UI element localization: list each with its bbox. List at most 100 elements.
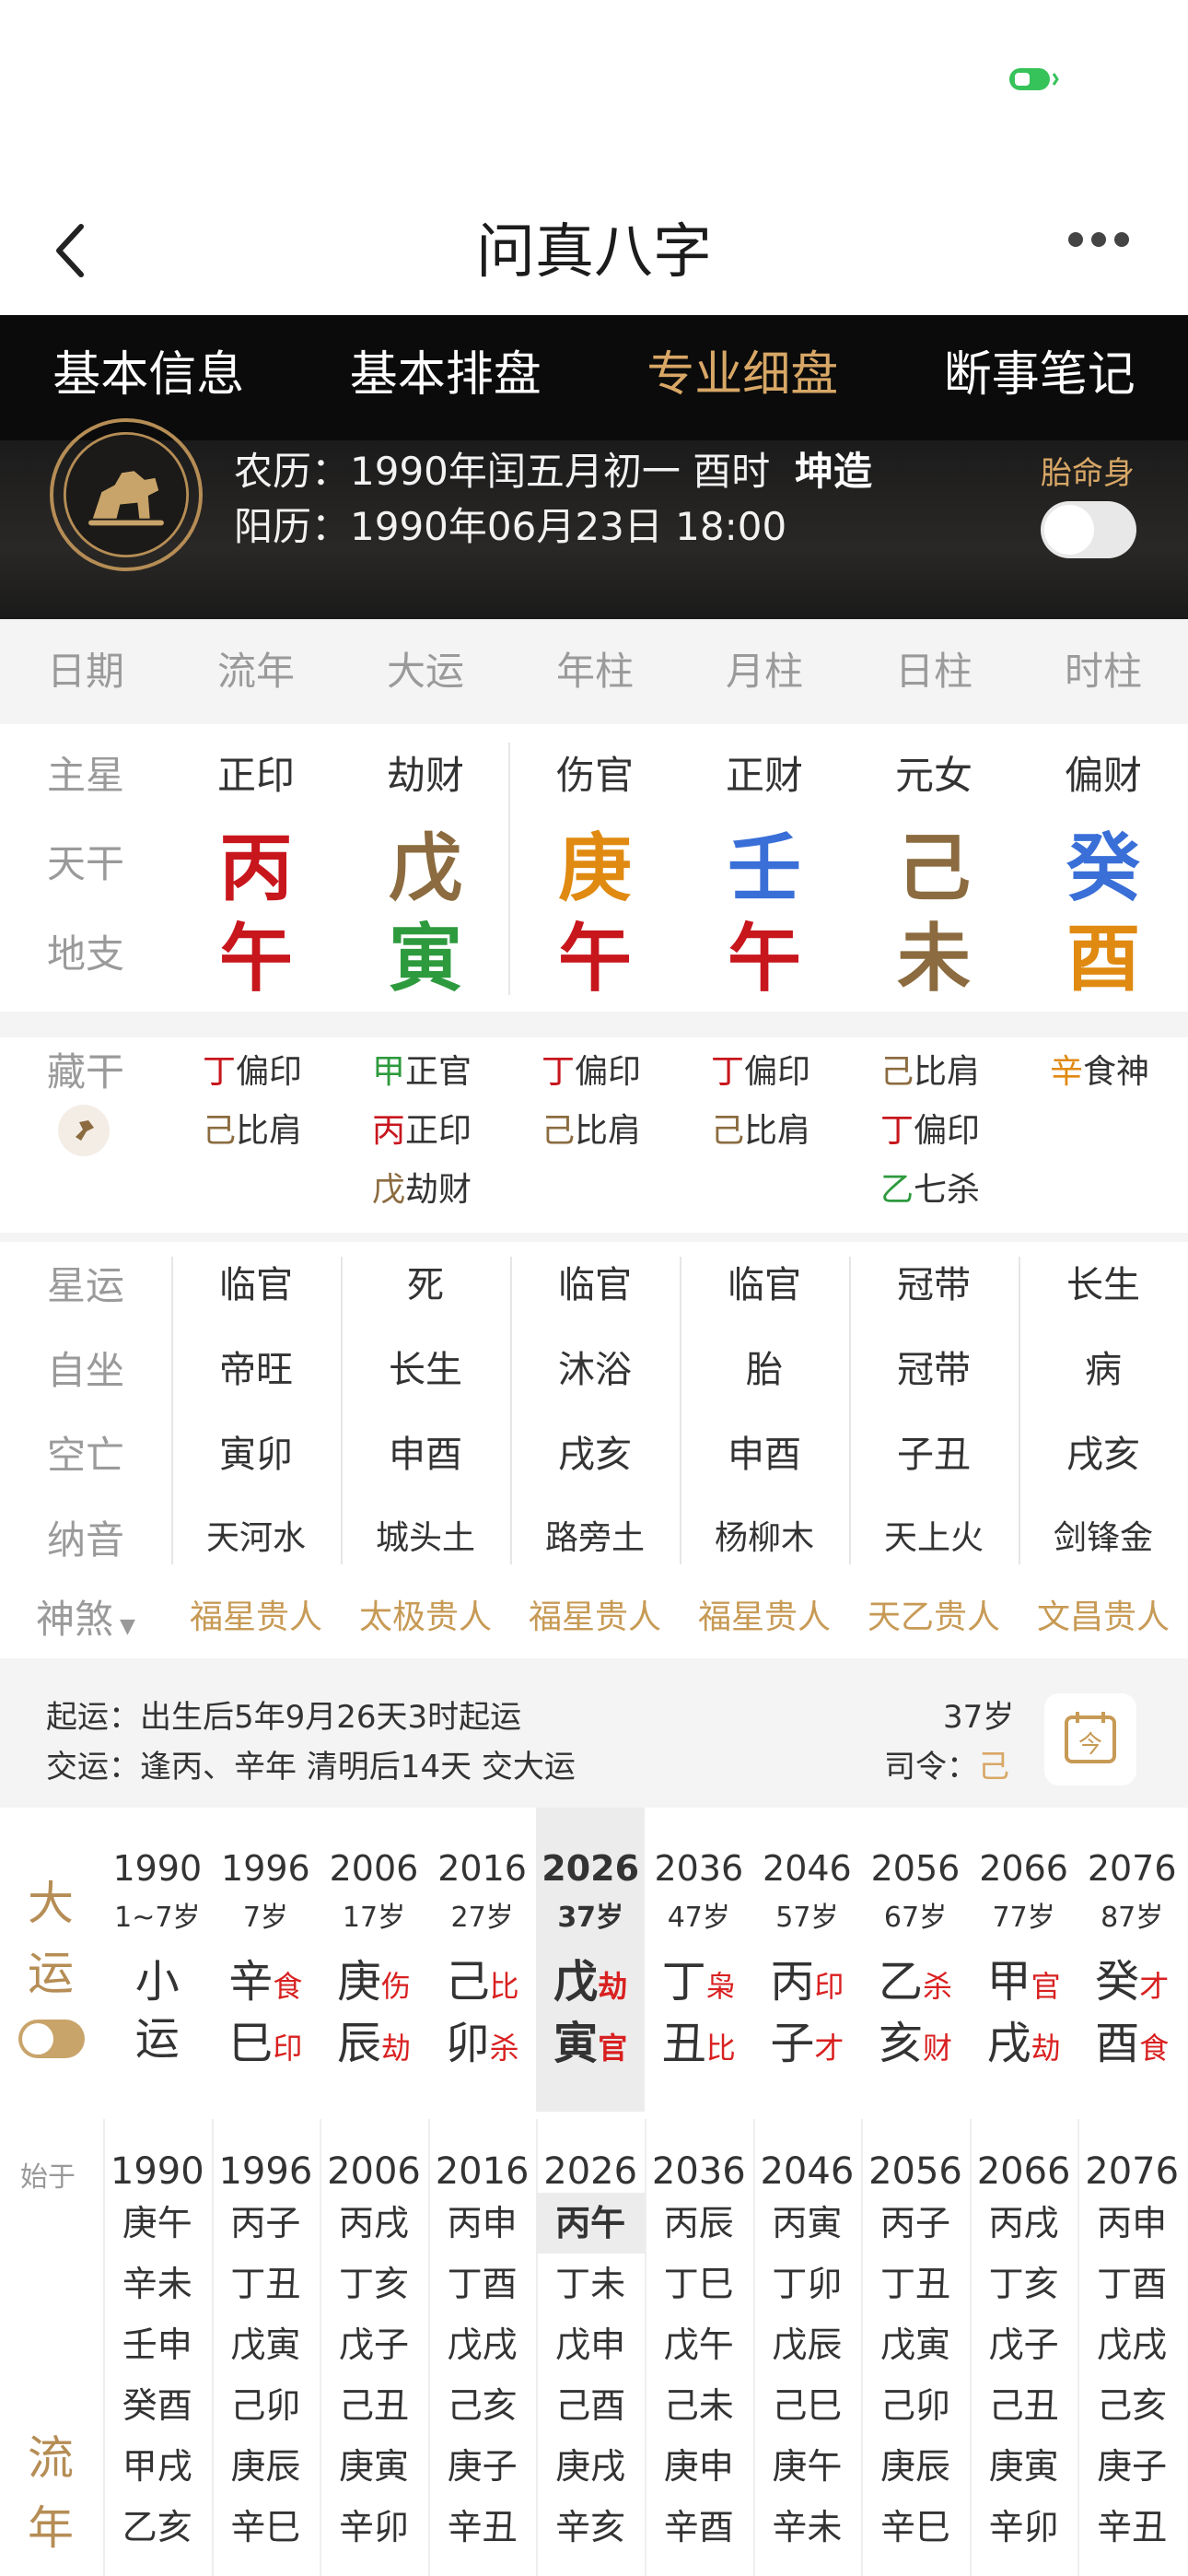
liunian-item[interactable]: 丁酉 [428,2254,537,2314]
nayin-value: 天上火 [883,1519,984,1557]
liunian-item[interactable]: 庚子 [1077,2436,1186,2497]
liunian-item[interactable]: 丁酉 [1077,2254,1186,2314]
liunian-label: 流年 [28,2431,74,2555]
liunian-col[interactable]: 1996 丙子 丁丑 戊寅 己卯 庚辰 辛巳 [212,2119,320,2576]
liunian-item[interactable]: 辛酉 [645,2497,753,2558]
dayun-year: 1990 [112,1848,203,1889]
liunian-item[interactable]: 庚午 [753,2436,862,2497]
dizhi-char: 未 [897,916,971,1001]
dayun-col-xiaoyun[interactable]: 1990 1~7岁小运 [103,1808,212,2112]
liunian-item[interactable]: 丙辰 [645,2193,753,2254]
liunian-item[interactable]: 己丑 [970,2375,1078,2436]
liunian-item[interactable]: 辛巳 [212,2497,320,2558]
liunian-item[interactable]: 丙子 [212,2193,320,2254]
liunian-item[interactable]: 己亥 [428,2375,537,2436]
liunian-item[interactable]: 己丑 [320,2375,428,2436]
liunian-item[interactable]: 丁丑 [212,2254,320,2314]
liunian-item[interactable]: 戊戌 [1077,2314,1186,2375]
tab-basic-chart[interactable]: 基本排盘 [297,315,595,440]
liunian-item[interactable]: 辛巳 [861,2497,970,2558]
liunian-item[interactable]: 壬申 [103,2314,212,2375]
liunian-item[interactable]: 庚辰 [212,2436,320,2497]
liunian-col[interactable]: 2056 丙子 丁丑 戊寅 己卯 庚辰 辛巳 [861,2119,970,2576]
shensha-value[interactable]: 文昌贵人 [1019,1590,1188,1638]
dayun-col[interactable]: 2026 37岁 戊劫 寅官 [536,1808,645,2112]
shensha-value[interactable]: 天乙贵人 [849,1590,1019,1638]
liunian-col[interactable]: 2006 丙戌 丁亥 戊子 己丑 庚寅 辛卯 [320,2119,428,2576]
liunian-item[interactable]: 丙寅 [753,2193,862,2254]
liunian-item[interactable]: 丁亥 [970,2254,1078,2314]
liunian-item[interactable]: 己卯 [212,2375,320,2436]
liunian-col[interactable]: 2066 丙戌 丁亥 戊子 己丑 庚寅 辛卯 [970,2119,1078,2576]
liunian-item[interactable]: 丁巳 [645,2254,753,2314]
liunian-item[interactable]: 戊子 [970,2314,1078,2375]
tab-pro-chart[interactable]: 专业细盘 [594,315,891,440]
liunian-col[interactable]: 2026 丙午 丁未 戊申 己酉 庚戌 辛亥 [536,2119,645,2576]
dayun-col[interactable]: 2066 77岁 甲官 戌劫 [970,1808,1078,2112]
liunian-item[interactable]: 丁丑 [861,2254,970,2314]
liunian-item[interactable]: 己未 [645,2375,753,2436]
liunian-item[interactable]: 丙申 [1077,2193,1186,2254]
liunian-item[interactable]: 戊戌 [428,2314,537,2375]
liunian-item[interactable]: 戊子 [320,2314,428,2375]
dayun-col[interactable]: 2006 17岁 庚伤 辰劫 [320,1808,428,2112]
liunian-item[interactable]: 庚辰 [861,2436,970,2497]
liunian-item[interactable]: 丙申 [428,2193,537,2254]
liunian-col[interactable]: 2016 丙申 丁酉 戊戌 己亥 庚子 辛丑 [428,2119,537,2576]
shensha-value[interactable]: 福星贵人 [680,1590,849,1638]
liunian-item[interactable]: 丁亥 [320,2254,428,2314]
dayun-col[interactable]: 2046 57岁 丙印 子才 [753,1808,862,2112]
liunian-item[interactable]: 戊辰 [753,2314,862,2375]
liunian-item[interactable]: 己酉 [536,2375,645,2436]
liunian-item[interactable]: 乙亥 [103,2497,212,2558]
row-label-shensha[interactable]: 神煞 ▼ [0,1588,171,1645]
dayun-col[interactable]: 1996 7岁 辛食 巳印 [212,1808,320,2112]
liunian-item[interactable]: 戊寅 [212,2314,320,2375]
liunian-item[interactable]: 辛卯 [970,2497,1078,2558]
liunian-item[interactable]: 庚戌 [536,2436,645,2497]
liunian-item[interactable]: 庚子 [428,2436,537,2497]
liunian-item[interactable]: 辛未 [753,2497,862,2558]
liunian-item[interactable]: 己亥 [1077,2375,1186,2436]
dayun-col[interactable]: 2016 27岁 己比 卯杀 [428,1808,537,2112]
liunian-item[interactable]: 辛亥 [536,2497,645,2558]
dayun-col[interactable]: 2036 47岁 丁枭 丑比 [645,1808,753,2112]
liunian-item[interactable]: 辛卯 [320,2497,428,2558]
liunian-item[interactable]: 丁未 [536,2254,645,2314]
liunian-col[interactable]: 2076 丙申 丁酉 戊戌 己亥 庚子 辛丑 [1077,2119,1186,2576]
tab-notes[interactable]: 断事笔记 [891,315,1188,440]
calendar-button[interactable]: 今 [1044,1693,1136,1786]
liunian-col[interactable]: 1990 庚午 辛未 壬申 癸酉 甲戌 乙亥 [103,2119,212,2576]
pin-icon[interactable] [57,1104,111,1157]
liunian-item[interactable]: 辛丑 [428,2497,537,2558]
shensha-value[interactable]: 福星贵人 [171,1590,341,1638]
liunian-item[interactable]: 己卯 [861,2375,970,2436]
dayun-col[interactable]: 2056 67岁 乙杀 亥财 [861,1808,970,2112]
liunian-item[interactable]: 庚寅 [320,2436,428,2497]
liunian-item[interactable]: 庚申 [645,2436,753,2497]
liunian-item[interactable]: 丙戌 [970,2193,1078,2254]
liunian-item[interactable]: 丁卯 [753,2254,862,2314]
more-options-icon[interactable] [1068,232,1142,251]
liunian-item[interactable]: 丙子 [861,2193,970,2254]
tms-toggle[interactable] [1041,501,1136,558]
liunian-item[interactable]: 庚午 [103,2193,212,2254]
liunian-item[interactable]: 辛丑 [1077,2497,1186,2558]
liunian-item[interactable]: 癸酉 [103,2375,212,2436]
shensha-value[interactable]: 太极贵人 [341,1590,510,1638]
liunian-item[interactable]: 丙午 [536,2193,645,2254]
dayun-toggle[interactable] [18,2020,85,2058]
dayun-gan-shishen: 官 [1031,1969,1061,2004]
liunian-item[interactable]: 戊寅 [861,2314,970,2375]
liunian-col[interactable]: 2046 丙寅 丁卯 戊辰 己巳 庚午 辛未 [753,2119,862,2576]
liunian-item[interactable]: 庚寅 [970,2436,1078,2497]
dayun-col[interactable]: 2076 87岁 癸才 酉食 [1077,1808,1186,2112]
liunian-item[interactable]: 辛未 [103,2254,212,2314]
liunian-item[interactable]: 戊申 [536,2314,645,2375]
shensha-value[interactable]: 福星贵人 [510,1590,680,1638]
liunian-item[interactable]: 丙戌 [320,2193,428,2254]
liunian-item[interactable]: 戊午 [645,2314,753,2375]
liunian-item[interactable]: 甲戌 [103,2436,212,2497]
liunian-col[interactable]: 2036 丙辰 丁巳 戊午 己未 庚申 辛酉 [645,2119,753,2576]
liunian-item[interactable]: 己巳 [753,2375,862,2436]
